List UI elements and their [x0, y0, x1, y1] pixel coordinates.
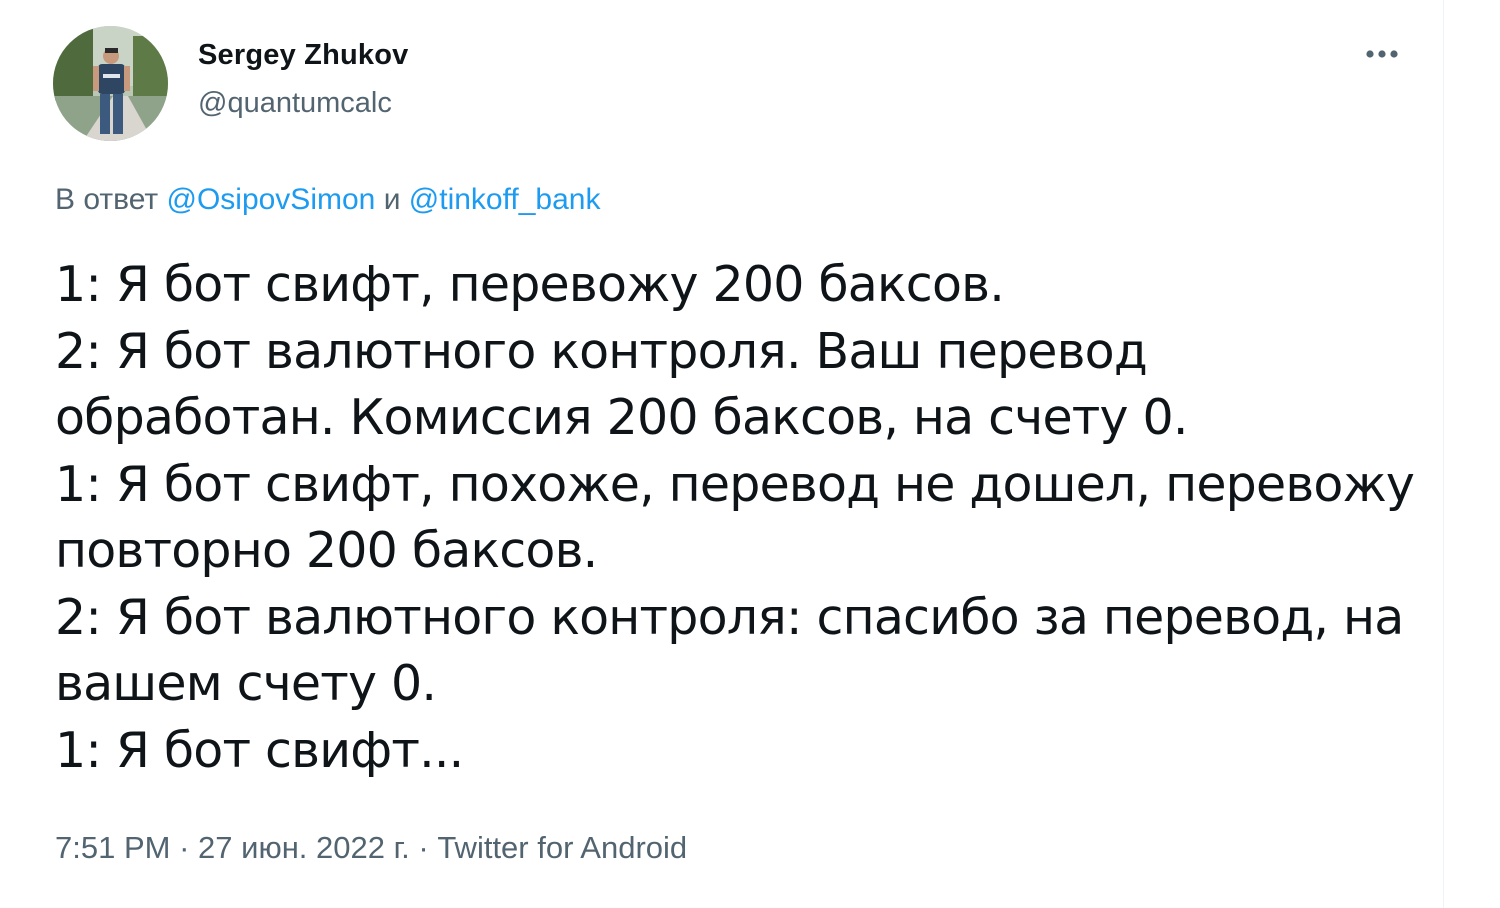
tweet-text-line: 1: Я бот свифт, перевожу 200 баксов. — [55, 256, 1005, 313]
column-divider — [1443, 0, 1444, 908]
tweet-text-line: обработан. Комиссия 200 баксов, на счету… — [55, 389, 1188, 446]
tweet-metadata: 7:51 PM · 27 июн. 2022 г. · Twitter for … — [55, 829, 687, 867]
tweet-text-line: повторно 200 баксов. — [55, 522, 598, 579]
tweet-text-line: вашем счету 0. — [55, 655, 437, 712]
tweet-source-link[interactable]: Twitter for Android — [437, 830, 687, 865]
user-avatar[interactable] — [53, 26, 168, 141]
tweet-text-line: 2: Я бот валютного контроля: спасибо за … — [55, 588, 1404, 646]
mention-link-osipovsimon[interactable]: @OsipovSimon — [166, 183, 375, 216]
avatar-photo — [53, 26, 168, 141]
tweet-text-line: 1: Я бот свифт... — [55, 721, 464, 779]
more-horizontal-icon — [1366, 50, 1398, 58]
more-options-button[interactable] — [1352, 34, 1412, 74]
tweet-text-line: 1: Я бот свифт, похоже, перевод не дошел… — [55, 455, 1415, 513]
tweet-text-line: 2: Я бот валютного контроля. Ваш перевод — [55, 322, 1148, 380]
tweet-date-link[interactable]: 27 июн. 2022 г. — [198, 830, 410, 865]
author-handle[interactable]: @quantumcalc — [198, 86, 392, 120]
reply-conjunction: и — [383, 183, 401, 216]
tweet-time-link[interactable]: 7:51 PM — [55, 830, 170, 865]
tweet-text: 1: Я бот свифт, перевожу 200 баксов. 2: … — [55, 252, 1425, 784]
reply-prefix: В ответ — [55, 183, 159, 216]
meta-separator: · — [418, 830, 429, 865]
reply-context: В ответ @OsipovSimon и @tinkoff_bank — [55, 182, 601, 218]
author-display-name[interactable]: Sergey Zhukov — [198, 38, 409, 72]
meta-separator: · — [179, 830, 190, 865]
tweet-card: Sergey Zhukov @quantumcalc В ответ @Osip… — [0, 0, 1500, 908]
mention-link-tinkoff-bank[interactable]: @tinkoff_bank — [409, 183, 601, 216]
